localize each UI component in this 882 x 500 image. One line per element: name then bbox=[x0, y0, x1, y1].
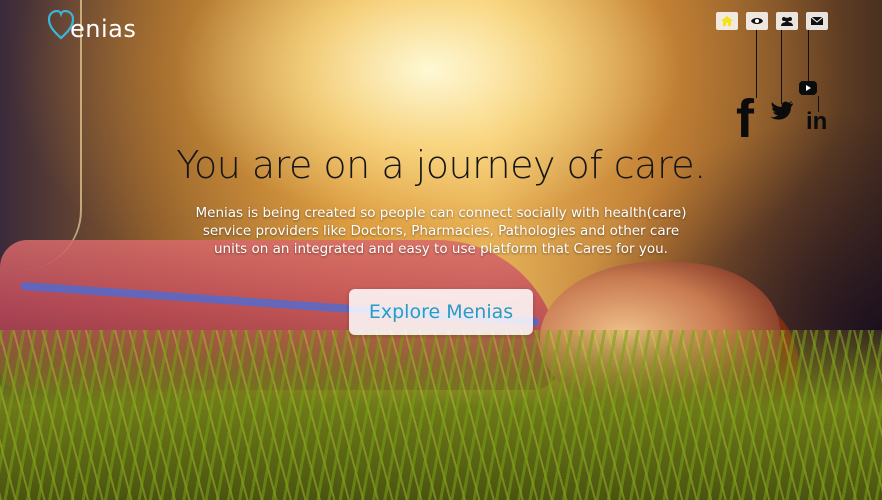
twitter-icon[interactable] bbox=[770, 100, 794, 122]
hanging-line bbox=[781, 28, 782, 104]
home-icon[interactable] bbox=[716, 12, 738, 30]
hanging-line bbox=[808, 28, 809, 82]
eye-icon[interactable] bbox=[746, 12, 768, 30]
brand-name: enias bbox=[70, 15, 137, 43]
users-icon[interactable] bbox=[776, 12, 798, 30]
explore-button[interactable]: Explore Menias bbox=[349, 289, 533, 335]
hero-headline: You are on a journey of care. bbox=[176, 143, 706, 188]
hero-grass bbox=[0, 330, 882, 500]
hero-description: Menias is being created so people can co… bbox=[195, 204, 687, 257]
linkedin-icon[interactable]: in bbox=[806, 110, 827, 134]
envelope-icon[interactable] bbox=[806, 12, 828, 30]
youtube-icon[interactable] bbox=[798, 80, 818, 96]
hanging-line bbox=[756, 28, 757, 98]
site-logo[interactable]: enias bbox=[48, 6, 136, 46]
facebook-icon[interactable]: f bbox=[736, 92, 754, 146]
top-nav bbox=[716, 12, 828, 30]
